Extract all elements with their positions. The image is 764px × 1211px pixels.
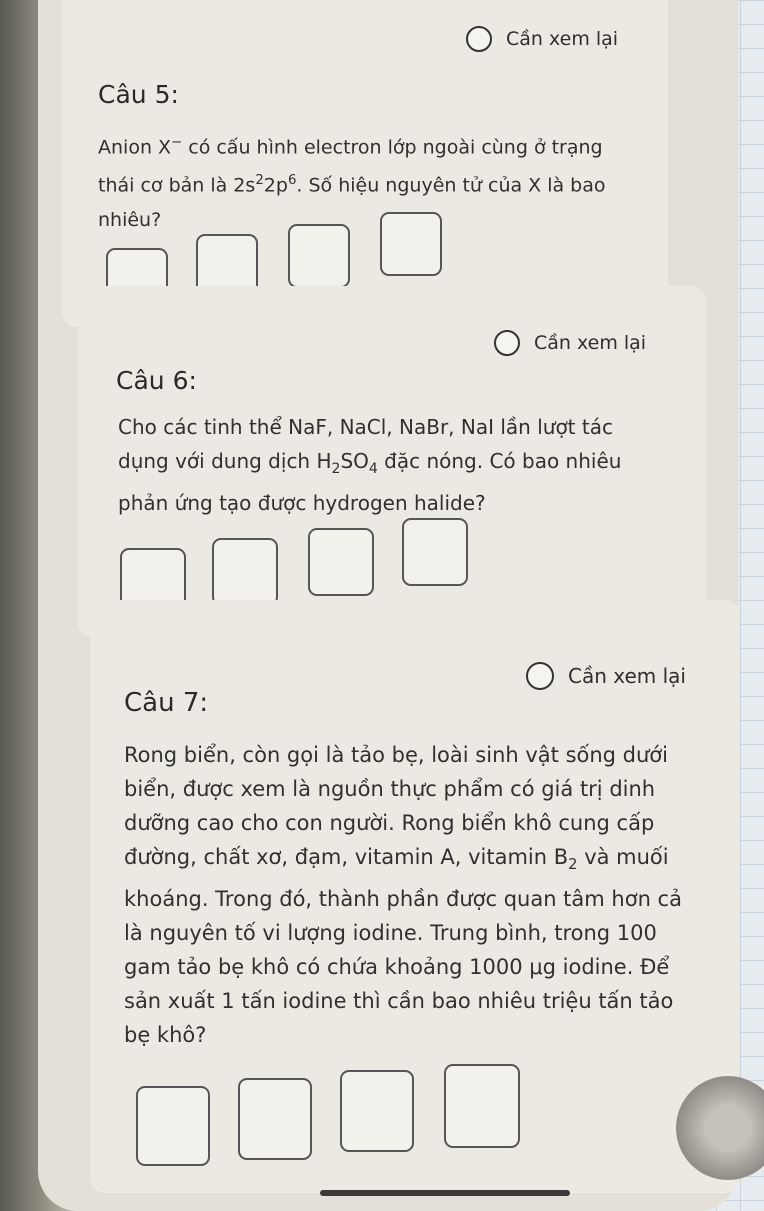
radio-icon[interactable]	[526, 662, 554, 690]
answer-digit-box[interactable]	[402, 518, 468, 586]
answer-digit-box[interactable]	[340, 1070, 414, 1152]
review-toggle-q5[interactable]: Cần xem lại	[466, 26, 618, 52]
review-toggle-q6[interactable]: Cần xem lại	[494, 330, 646, 356]
question-text-6: Cho các tinh thể NaF, NaCl, NaBr, NaI lầ…	[118, 415, 622, 515]
answer-digit-box[interactable]	[288, 224, 350, 288]
home-indicator[interactable]	[320, 1190, 570, 1196]
question-title-6: Câu 6:	[116, 366, 197, 395]
review-label: Cần xem lại	[506, 28, 619, 50]
answer-digit-box[interactable]	[238, 1078, 312, 1160]
review-toggle-q7[interactable]: Cần xem lại	[526, 662, 686, 690]
question-text-7: Rong biển, còn gọi là tảo bẹ, loài sinh …	[124, 743, 682, 1048]
question-title-7: Câu 7:	[124, 688, 209, 718]
answer-digit-box[interactable]	[136, 1086, 210, 1166]
question-title-5: Câu 5:	[98, 80, 179, 109]
answer-digit-box[interactable]	[212, 538, 278, 606]
answer-digit-box[interactable]	[308, 528, 374, 596]
radio-icon[interactable]	[466, 26, 492, 52]
answer-digit-box[interactable]	[444, 1064, 520, 1148]
review-label: Cần xem lại	[534, 332, 647, 354]
radio-icon[interactable]	[494, 330, 520, 356]
review-label: Cần xem lại	[568, 664, 686, 688]
answer-digit-box[interactable]	[380, 212, 442, 276]
question-text-5: Anion X− có cấu hình electron lớp ngoài …	[98, 135, 606, 231]
